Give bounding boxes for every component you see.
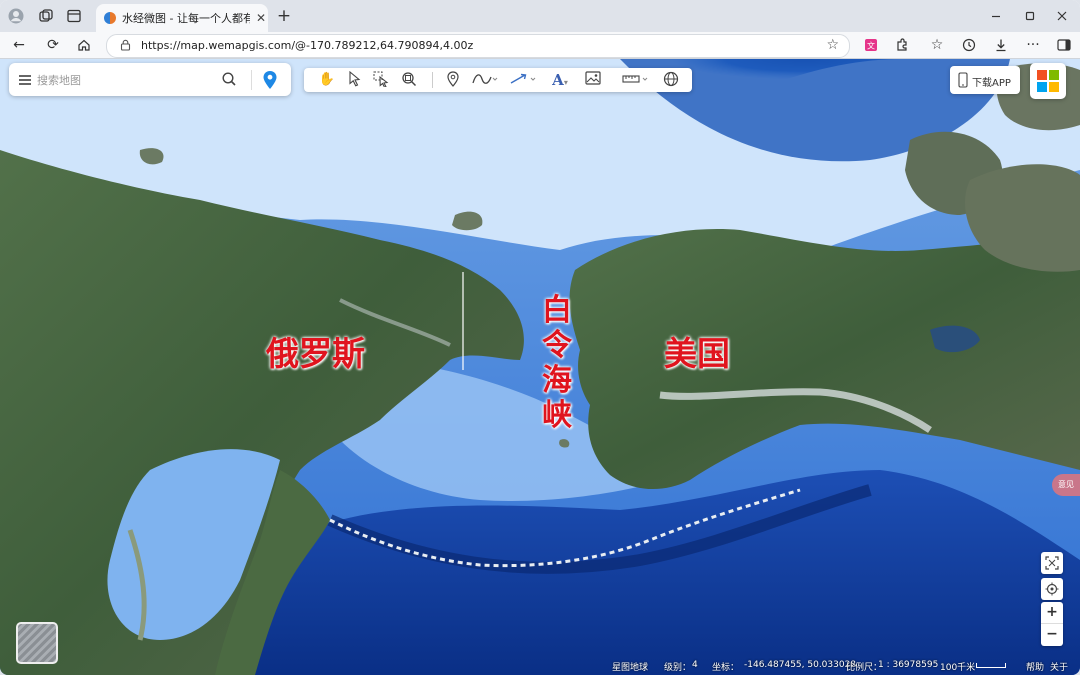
about-link[interactable]: 关于 [1050,660,1068,673]
tab-strip: 水经微图 - 让每一个人都有自己的 ✕ + [0,0,1080,32]
box-select-icon[interactable] [370,71,392,89]
marker-icon[interactable] [442,71,464,89]
lock-icon[interactable] [120,39,131,54]
refresh-icon[interactable]: ⟳ [44,37,62,53]
close-window-icon[interactable] [1054,8,1070,24]
status-coords: -146.487455, 50.033028 [744,660,857,670]
measure-icon[interactable] [620,71,650,89]
zoom-out-button[interactable]: − [1041,624,1063,646]
collections-icon[interactable] [38,8,54,24]
app-grid-icon[interactable] [1030,63,1066,99]
image-icon[interactable] [582,71,604,89]
back-icon[interactable]: ← [10,37,28,53]
download-app-button[interactable]: 下载APP [950,66,1020,94]
map-label-strait-char: 峡 [542,398,572,433]
tab-title: 水经微图 - 让每一个人都有自己的 [122,12,250,25]
status-scale-label: 比例尺： [846,663,883,673]
browser-window: 水经微图 - 让每一个人都有自己的 ✕ + ← ⟳ https://map.we… [0,0,1080,675]
menu-icon[interactable] [18,72,32,91]
close-tab-icon[interactable]: ✕ [256,11,266,25]
arrow-icon[interactable] [508,71,538,89]
location-marker-icon[interactable] [262,70,278,94]
status-bar: 星图地球 级别： 4 坐标： -146.487455, 50.033028 比例… [600,657,1080,675]
sidebar-icon[interactable] [1055,37,1073,53]
url-text[interactable]: https://map.wemapgis.com/@-170.789212,64… [141,39,473,52]
map-label-strait-char: 令 [542,328,572,363]
new-tab-icon[interactable]: + [276,8,292,25]
search-divider [251,70,252,90]
status-coord-label: 坐标： [712,663,740,673]
svg-text:文: 文 [867,41,875,51]
favorite-icon[interactable]: ☆ [826,37,839,53]
text-icon[interactable]: A▾ [546,71,574,89]
search-input[interactable]: 搜索地图 [37,72,81,88]
screenshot-icon[interactable] [1041,552,1063,574]
basemap-switcher[interactable] [16,622,58,664]
favorites-icon[interactable]: ☆ [928,37,946,53]
extensions-icon[interactable] [893,37,911,53]
feedback-tab[interactable]: 意见 [1052,474,1080,496]
toolbar-divider [432,72,433,88]
maximize-icon[interactable] [1022,8,1038,24]
minimize-icon[interactable] [988,8,1004,24]
map-label-strait-char: 海 [542,363,572,398]
address-bar[interactable]: https://map.wemapgis.com/@-170.789212,64… [106,34,850,58]
zoom-search-icon[interactable] [398,71,420,89]
select-icon[interactable] [344,70,366,89]
home-icon[interactable] [75,37,93,53]
account-icon[interactable] [8,8,24,24]
navigation-bar: ← ⟳ https://map.wemapgis.com/@-170.78921… [0,32,1080,59]
translate-icon[interactable]: 文 [862,37,880,53]
active-tab[interactable]: 水经微图 - 让每一个人都有自己的 ✕ [96,4,268,32]
help-link[interactable]: 帮助 [1026,660,1044,673]
search-icon[interactable] [221,71,237,91]
locate-icon[interactable] [1041,578,1063,600]
status-level: 4 [692,660,698,670]
zoom-in-button[interactable]: + [1041,602,1063,624]
map-label-bering-strait: 白 令 海 峡 [540,293,574,433]
globe-icon[interactable] [660,71,682,89]
more-icon[interactable]: ··· [1024,37,1042,53]
site-favicon-icon [104,12,116,24]
drawing-toolbar: ✋ A▾ [304,68,692,92]
phone-icon [958,72,968,91]
map-label-strait-char: 白 [542,293,572,328]
line-icon[interactable] [470,71,500,89]
pan-icon[interactable]: ✋ [316,71,338,89]
downloads-icon[interactable] [992,37,1010,53]
status-level-label: 级别： [664,663,692,673]
zoom-control: + − [1041,602,1063,646]
scale-bar [976,663,1006,668]
history-icon[interactable] [960,37,978,53]
status-scale: 1 : 36978595 [878,660,939,670]
tab-actions-icon[interactable] [66,8,82,24]
download-app-label: 下载APP [972,78,1011,89]
status-product: 星图地球 [612,663,649,673]
map-label-usa: 美国 [664,334,730,373]
map-label-russia: 俄罗斯 [266,334,365,373]
map-search-box: 搜索地图 [9,63,291,96]
status-scale-bar-label: 100千米 [940,663,976,673]
